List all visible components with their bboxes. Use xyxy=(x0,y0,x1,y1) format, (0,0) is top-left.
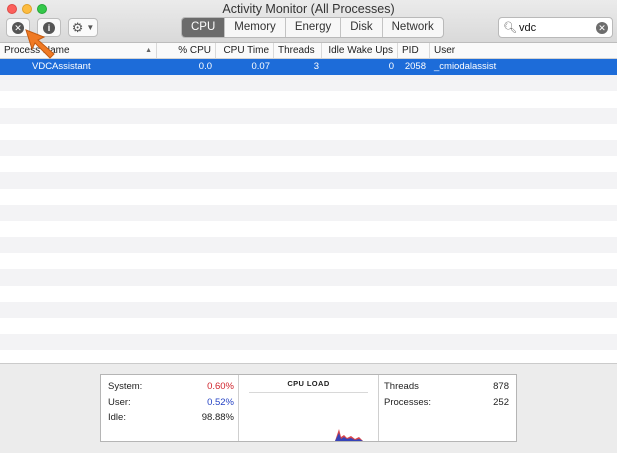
cpu-usage-stats: System: 0.60% User: 0.52% Idle: 98.88% xyxy=(101,375,239,441)
user-label: User: xyxy=(108,396,131,408)
tab-memory[interactable]: Memory xyxy=(224,18,285,37)
empty-row xyxy=(0,91,617,107)
activity-monitor-window: Activity Monitor (All Processes) ✕ i ⚙ ▼ … xyxy=(0,0,617,453)
idle-stat: Idle: 98.88% xyxy=(108,410,234,426)
user-value: 0.52% xyxy=(207,396,234,408)
system-label: System: xyxy=(108,381,143,392)
process-idle-wake-ups: 0 xyxy=(388,61,394,72)
table-rows: VDCAssistant 0.0 0.07 3 0 2058 _cmiodala… xyxy=(0,59,617,363)
system-value: 0.60% xyxy=(207,381,234,392)
column-header-cpu[interactable]: % CPU xyxy=(157,43,216,58)
column-header-idle-wake-ups[interactable]: Idle Wake Ups xyxy=(322,43,398,58)
empty-row xyxy=(0,189,617,205)
process-name: VDCAssistant xyxy=(32,61,91,72)
cpu-summary-area: System: 0.60% User: 0.52% Idle: 98.88% CPU … xyxy=(0,363,617,453)
table-header: Process Name ▲ % CPU CPU Time Threads Idl… xyxy=(0,43,617,59)
tab-network[interactable]: Network xyxy=(381,18,443,37)
tab-disk[interactable]: Disk xyxy=(340,18,381,37)
search-field[interactable]: 🔍︎ vdc ✕ xyxy=(498,17,613,38)
process-cpu-time: 0.07 xyxy=(251,61,271,72)
empty-row xyxy=(0,172,617,189)
empty-row xyxy=(0,269,617,286)
empty-row xyxy=(0,334,617,351)
column-header-pid[interactable]: PID xyxy=(398,43,430,58)
column-header-user[interactable]: User xyxy=(430,43,617,58)
tab-cpu[interactable]: CPU xyxy=(182,18,225,37)
action-menu-button[interactable]: ⚙ ▼ xyxy=(68,18,98,37)
chevron-down-icon: ▼ xyxy=(86,22,95,32)
table-row[interactable]: VDCAssistant 0.0 0.07 3 0 2058 _cmiodala… xyxy=(0,59,617,76)
empty-row xyxy=(0,253,617,269)
pointer-arrow-icon xyxy=(25,29,55,59)
column-header-cpu-time[interactable]: CPU Time xyxy=(216,43,274,58)
user-stat: User: 0.52% xyxy=(108,395,234,411)
empty-row xyxy=(0,124,617,140)
processes-label: Processes: xyxy=(384,396,431,408)
empty-row xyxy=(0,75,617,92)
processes-value: 252 xyxy=(493,396,509,408)
empty-row xyxy=(0,286,617,302)
process-totals: Threads 878 Processes: 252 xyxy=(379,375,516,441)
search-input[interactable]: vdc xyxy=(519,22,596,34)
column-header-threads[interactable]: Threads xyxy=(274,43,322,58)
process-user: _cmiodalassist xyxy=(434,61,497,72)
empty-row xyxy=(0,301,617,318)
tab-energy[interactable]: Energy xyxy=(284,18,340,37)
cpu-load-sparkline xyxy=(335,429,363,441)
empty-row xyxy=(0,204,617,221)
view-tabs: CPU Memory Energy Disk Network xyxy=(181,17,444,38)
threads-label: Threads xyxy=(384,381,419,392)
cpu-summary-panel: System: 0.60% User: 0.52% Idle: 98.88% CPU … xyxy=(100,374,517,442)
idle-value: 98.88% xyxy=(201,412,234,423)
threads-stat: Threads 878 xyxy=(384,379,509,395)
process-cpu: 0.0 xyxy=(198,61,212,72)
close-circle-icon: ✕ xyxy=(12,21,24,34)
cpu-load-graph: CPU LOAD xyxy=(239,375,379,441)
system-stat: System: 0.60% xyxy=(108,379,234,395)
process-pid: 2058 xyxy=(404,61,426,72)
gear-icon: ⚙ xyxy=(71,20,84,35)
toolbar: Activity Monitor (All Processes) ✕ i ⚙ ▼ … xyxy=(0,0,617,43)
process-threads: 3 xyxy=(313,61,319,72)
processes-stat: Processes: 252 xyxy=(384,395,509,411)
process-table: Process Name ▲ % CPU CPU Time Threads Idl… xyxy=(0,43,617,363)
empty-row xyxy=(0,107,617,124)
clear-search-icon[interactable]: ✕ xyxy=(596,21,608,34)
empty-row xyxy=(0,156,617,172)
idle-label: Idle: xyxy=(108,412,126,423)
window-title: Activity Monitor (All Processes) xyxy=(222,2,395,16)
empty-row xyxy=(0,237,617,254)
empty-row xyxy=(0,139,617,157)
search-icon: 🔍︎ xyxy=(503,22,517,34)
empty-row xyxy=(0,318,617,334)
threads-value: 878 xyxy=(493,381,509,392)
sort-ascending-icon: ▲ xyxy=(145,47,152,54)
cpu-load-title: CPU LOAD xyxy=(287,379,330,388)
empty-row xyxy=(0,221,617,237)
